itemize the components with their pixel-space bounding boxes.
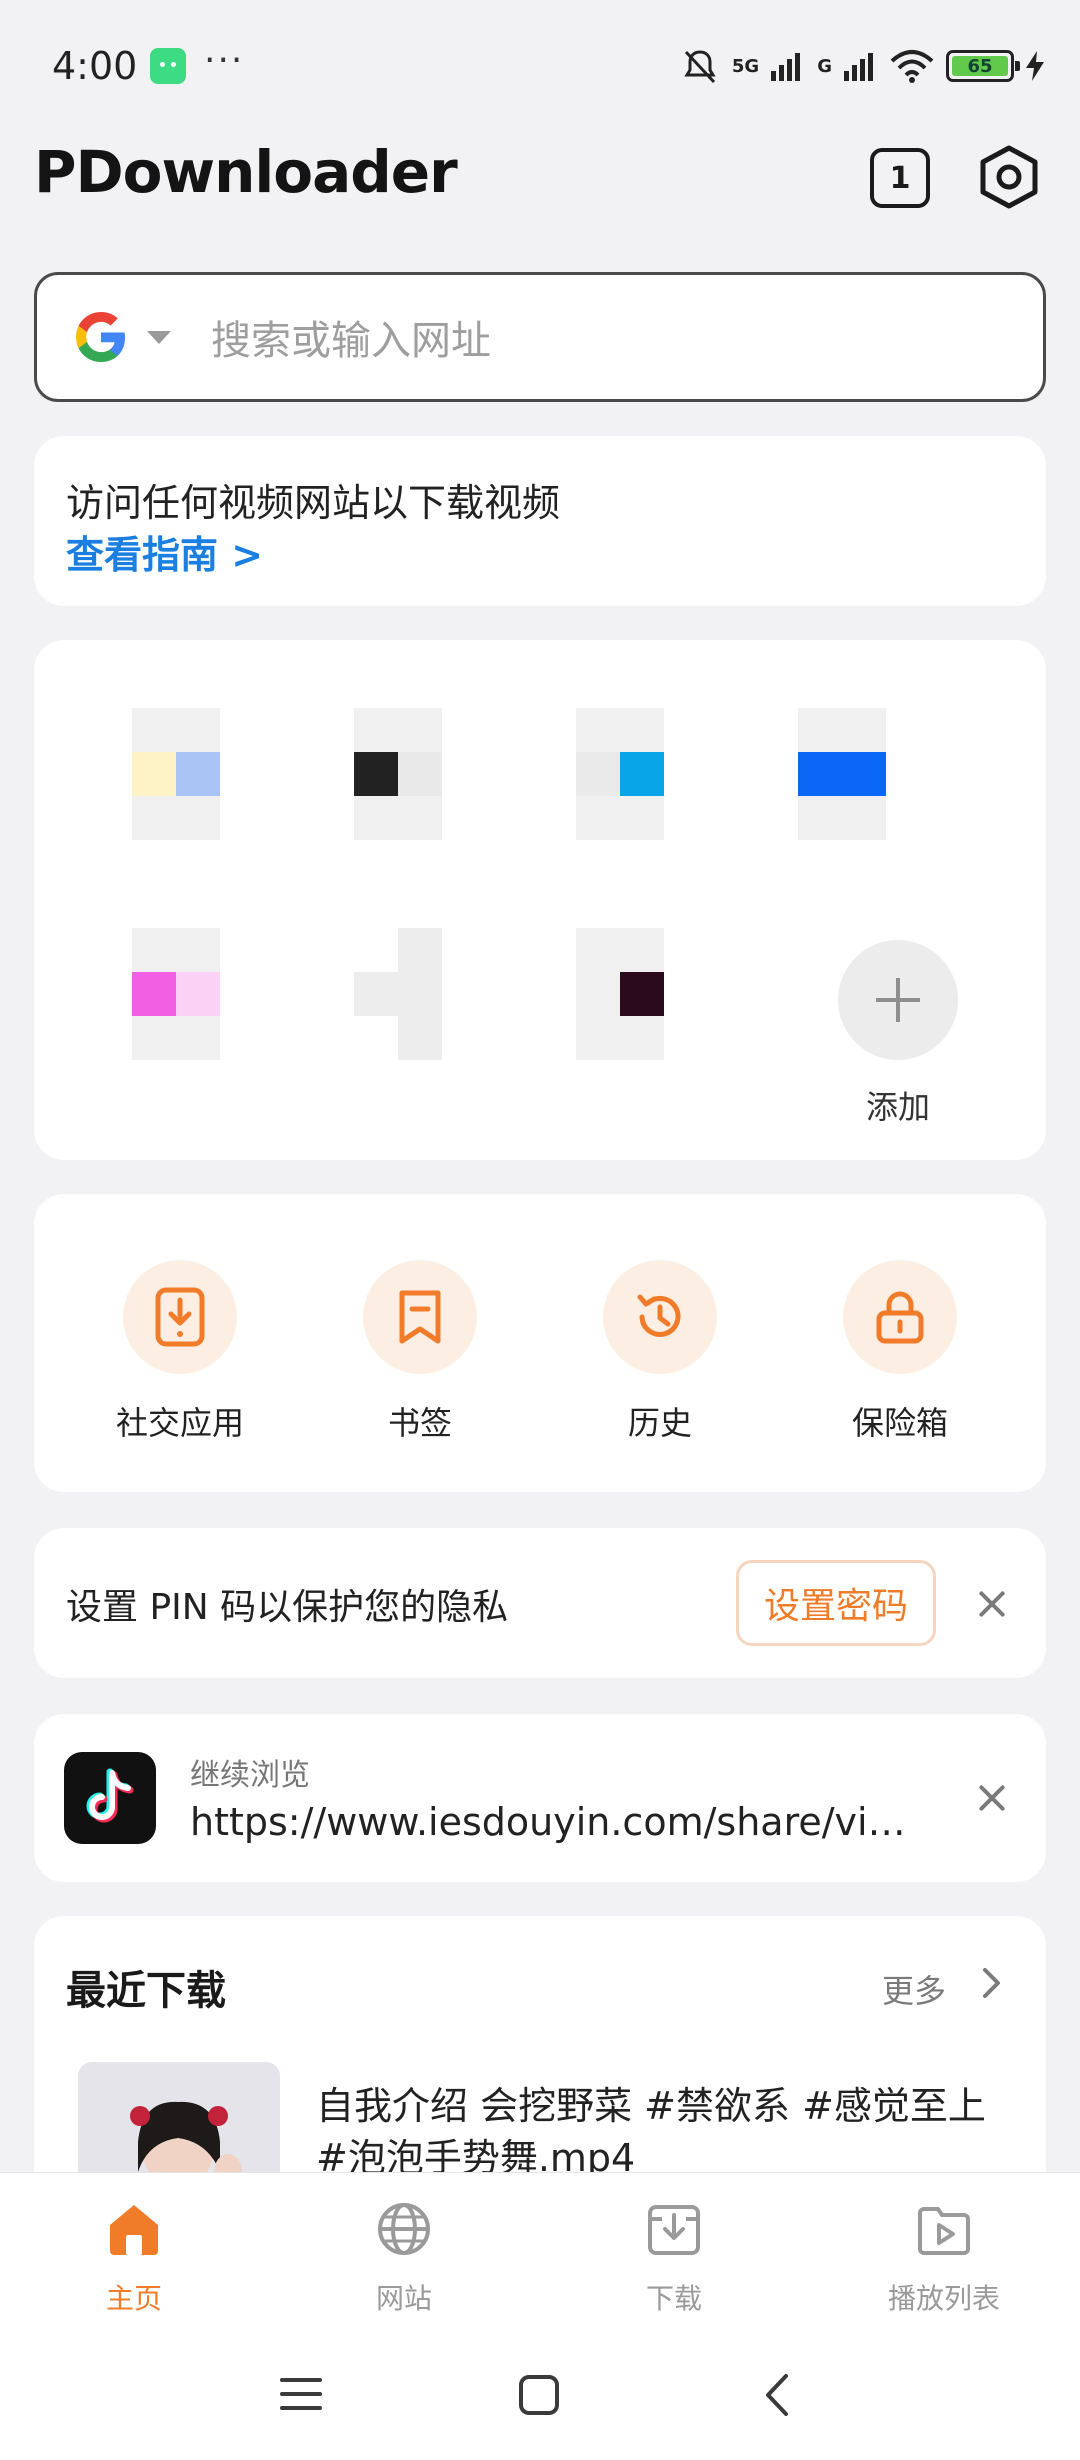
settings-icon[interactable] (974, 142, 1044, 212)
nav-playlists[interactable]: 播放列表 (844, 2197, 1044, 2317)
google-logo-icon[interactable] (71, 307, 131, 367)
app-title: PDownloader (34, 138, 458, 206)
nav-sites[interactable]: 网站 (304, 2197, 504, 2317)
network-type-label: 5G (731, 55, 760, 77)
network-type-label-2: G (817, 55, 832, 77)
tool-bookmarks[interactable]: 书签 (320, 1260, 520, 1444)
tool-vault[interactable]: 保险箱 (800, 1260, 1000, 1444)
view-guide-link[interactable]: 查看指南 > (66, 524, 263, 579)
menu-icon[interactable] (280, 2374, 322, 2414)
shortcut-tile-5[interactable] (132, 928, 220, 1060)
tool-social-apps[interactable]: 社交应用 (80, 1260, 280, 1444)
wifi-icon (890, 50, 934, 83)
pin-prompt-card: 设置 PIN 码以保护您的隐私 设置密码 (34, 1528, 1046, 1678)
continue-browsing-url[interactable]: https://www.iesdouyin.com/share/video/ (190, 1800, 920, 1844)
recent-downloads-title: 最近下载 (66, 1968, 226, 2014)
engine-dropdown-icon[interactable] (147, 330, 171, 344)
shortcuts-card: 添加 (34, 640, 1046, 1160)
set-password-button[interactable]: 设置密码 (736, 1560, 936, 1646)
nav-downloads[interactable]: 下载 (574, 2197, 774, 2317)
more-link[interactable]: 更多 (882, 1966, 946, 2012)
tiktok-icon (64, 1752, 156, 1844)
more-notifications-icon: ··· (204, 40, 245, 81)
close-icon[interactable] (972, 1778, 1012, 1818)
shortcut-tile-3[interactable] (576, 708, 664, 840)
continue-browsing-label: 继续浏览 (190, 1758, 310, 1793)
status-time: 4:00 (52, 44, 138, 88)
lock-icon (843, 1260, 957, 1374)
status-icons: 5G G 65 (680, 44, 1044, 88)
nav-label: 主页 (105, 2282, 162, 2315)
tool-label: 历史 (627, 1404, 692, 1442)
phone-download-icon (123, 1260, 237, 1374)
signal-icon (771, 53, 801, 81)
battery-level: 65 (952, 56, 1008, 77)
nav-label: 播放列表 (887, 2282, 1000, 2315)
history-icon (603, 1260, 717, 1374)
home-square-icon[interactable] (518, 2374, 560, 2416)
nav-label: 下载 (645, 2282, 702, 2315)
pin-prompt-text: 设置 PIN 码以保护您的隐私 (66, 1587, 509, 1628)
system-nav-bar (0, 2340, 1080, 2460)
shortcut-tile-2[interactable] (354, 708, 442, 840)
add-shortcut-button[interactable] (838, 940, 958, 1060)
charging-icon (1026, 51, 1044, 81)
close-icon[interactable] (972, 1584, 1012, 1624)
android-notification-icon (150, 48, 186, 84)
download-tray-icon (648, 2205, 700, 2255)
search-placeholder[interactable]: 搜索或输入网址 (211, 308, 491, 366)
playlist-icon (918, 2207, 970, 2255)
shortcut-tile-4[interactable] (798, 708, 886, 840)
status-bar: 4:00 ··· 5G G 65 (0, 0, 1080, 130)
shortcut-tile-7[interactable] (576, 928, 664, 1060)
signal-icon-2 (844, 53, 873, 81)
continue-browsing-card[interactable]: 继续浏览 https://www.iesdouyin.com/share/vid… (34, 1714, 1046, 1882)
download-file-name[interactable]: 自我介绍 会挖野菜 #禁欲系 #感觉至上 #泡泡手势舞.mp4 (316, 2080, 1016, 2184)
search-bar[interactable]: 搜索或输入网址 (34, 272, 1046, 402)
tool-history[interactable]: 历史 (560, 1260, 760, 1444)
bottom-nav: 主页 网站 下载 播放列表 (0, 2172, 1080, 2340)
bookmark-icon (363, 1260, 477, 1374)
tools-card: 社交应用 书签 历史 保险箱 (34, 1194, 1046, 1492)
tool-label: 保险箱 (851, 1404, 948, 1442)
shortcut-tile-1[interactable] (132, 708, 220, 840)
back-icon[interactable] (762, 2372, 792, 2418)
guide-text: 访问任何视频网站以下载视频 (66, 481, 561, 525)
chevron-right-icon[interactable] (974, 1966, 1008, 2000)
battery-icon: 65 (946, 50, 1020, 82)
home-icon (110, 2205, 158, 2255)
nav-home[interactable]: 主页 (34, 2197, 234, 2317)
nav-label: 网站 (375, 2282, 432, 2315)
add-shortcut-label: 添加 (865, 1088, 930, 1126)
tool-label: 书签 (387, 1404, 452, 1442)
mute-icon (684, 50, 716, 84)
globe-icon (378, 2203, 430, 2255)
tool-label: 社交应用 (115, 1404, 244, 1442)
guide-card: 访问任何视频网站以下载视频 查看指南 > (34, 436, 1046, 606)
tabs-button[interactable]: 1 (870, 148, 930, 208)
shortcut-tile-6[interactable] (354, 928, 442, 1060)
